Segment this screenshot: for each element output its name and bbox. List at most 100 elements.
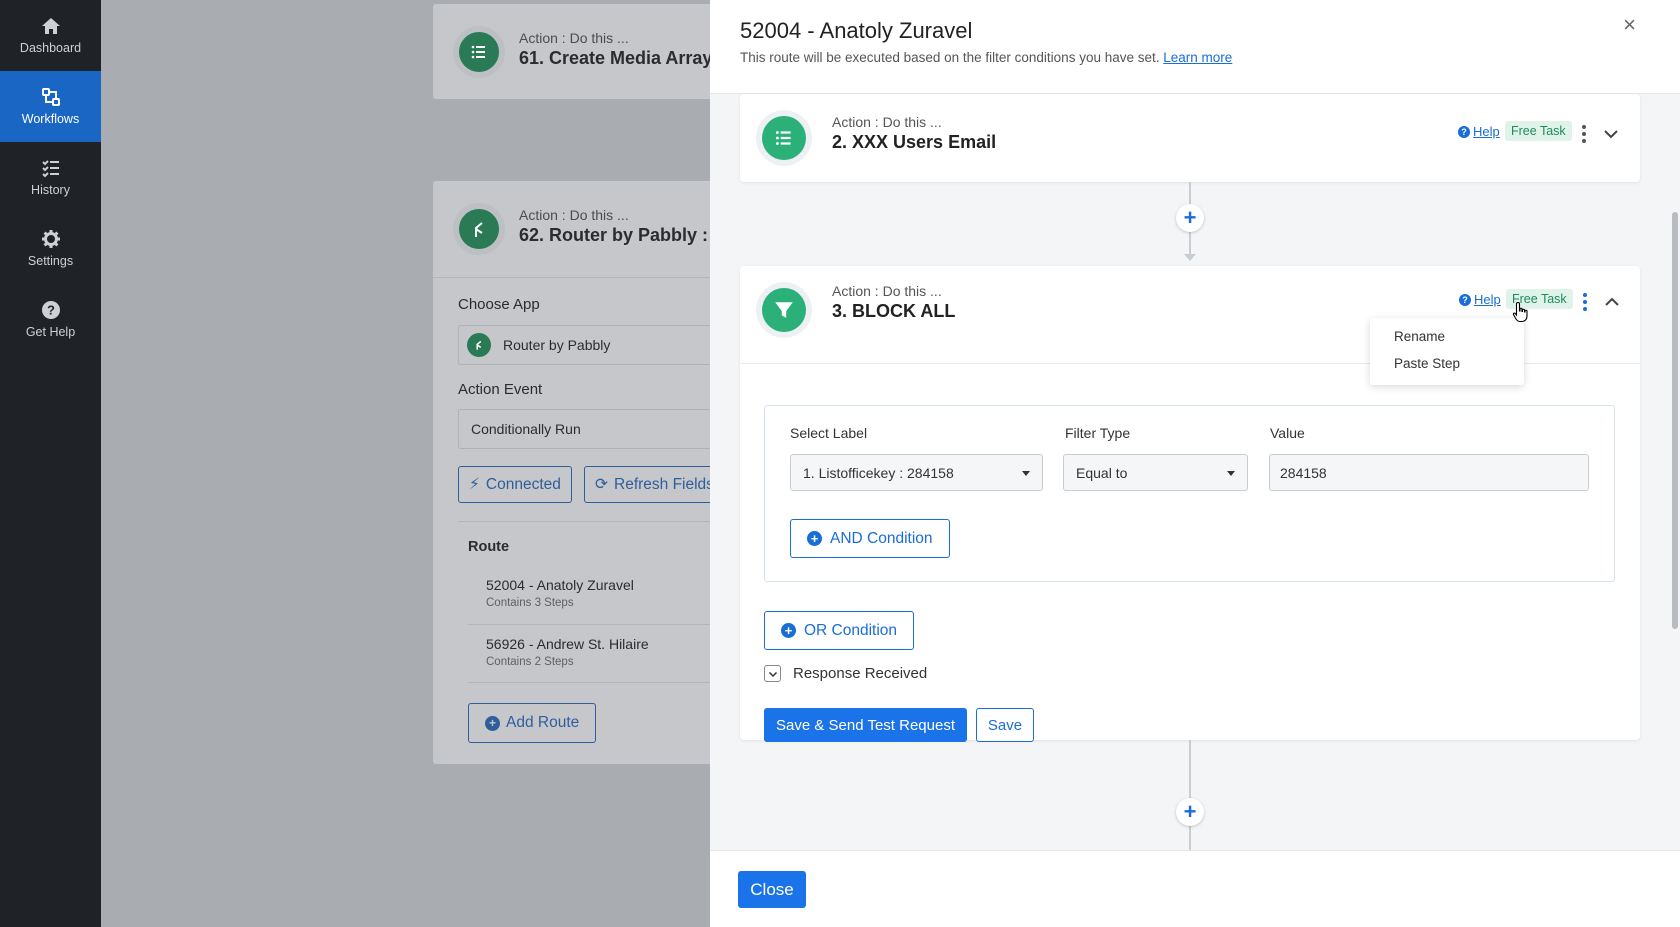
action-event-value: Conditionally Run [471,421,581,437]
plus-circle-icon: + [781,623,796,638]
arrow-down-icon [1184,254,1196,261]
gear-icon [41,230,60,248]
chevron-down-icon[interactable] [1603,126,1619,142]
refresh-fields-button[interactable]: ⟳ Refresh Fields [584,466,710,503]
list-icon [762,116,806,160]
response-received-toggle[interactable]: Response Received [764,665,927,682]
panel-title: 52004 - Anatoly Zuravel [740,18,973,43]
workflow-canvas: Action : Do this ... 61. Create Media Ar… [101,0,710,927]
bg-step-title: 62. Router by Pabbly : [519,225,709,245]
filter-icon [762,288,806,332]
refresh-label: Refresh Fields [614,475,710,493]
history-icon [41,160,59,178]
step-card-2[interactable]: Action : Do this ... 2. XXX Users Email … [740,94,1640,182]
menu-item-paste-step[interactable]: Paste Step [1370,355,1524,382]
select-label-value: 1. Listofficekey : 284158 [803,464,954,481]
home-icon [41,18,60,34]
filter-type-heading: Filter Type [1065,425,1131,441]
step-options-menu: Rename Paste Step [1370,318,1524,385]
hand-cursor-icon [1512,301,1528,323]
or-condition-label: OR Condition [804,621,898,639]
connected-label: Connected [485,475,561,493]
sidebar-item-get-help[interactable]: ? Get Help [0,284,101,355]
free-task-badge: Free Task [1505,121,1572,141]
panel-header: 52004 - Anatoly Zuravel This route will … [710,0,1680,94]
bg-step-card[interactable]: Action : Do this ... 61. Create Media Ar… [433,4,710,99]
add-route-button[interactable]: + Add Route [468,703,597,743]
sidebar-item-label: Dashboard [19,41,82,55]
help-label: Help [1473,124,1500,139]
sidebar-item-label: History [31,183,70,197]
action-event-select[interactable]: Conditionally Run [458,409,710,449]
plus-circle-icon: + [807,531,822,546]
connected-button[interactable]: ⚡ Connected [458,466,572,503]
panel-subtitle-text: This route will be executed based on the… [740,50,1160,65]
help-label: Help [1474,292,1501,307]
refresh-icon: ⟳ [595,476,608,493]
learn-more-link[interactable]: Learn more [1163,50,1232,65]
bg-step-subtitle: Action : Do this ... [519,207,629,223]
bg-router-card: Action : Do this ... 62. Router by Pabbl… [433,181,710,764]
help-link[interactable]: ? Help [1459,292,1501,307]
help-link[interactable]: ? Help [1458,124,1500,139]
menu-item-rename[interactable]: Rename [1370,328,1524,355]
sidebar-item-history[interactable]: History [0,142,101,213]
route-item-steps: Contains 3 Steps [486,597,574,609]
divider [433,277,710,278]
sidebar-item-workflows[interactable]: Workflows [0,71,101,142]
step-subtitle: Action : Do this ... [832,114,942,130]
divider [468,624,710,625]
step-title: 2. XXX Users Email [832,132,997,152]
save-send-test-button[interactable]: Save & Send Test Request [764,708,967,742]
and-condition-label: AND Condition [830,529,933,547]
select-label-heading: Select Label [790,425,868,441]
route-item-name[interactable]: 52004 - Anatoly Zuravel [486,577,634,593]
save-button[interactable]: Save [976,708,1034,742]
value-input[interactable]: 284158 [1269,454,1589,491]
route-item-name[interactable]: 56926 - Andrew St. Hilaire [486,636,649,652]
chevron-down-icon[interactable] [764,665,781,682]
filter-type-dropdown[interactable]: Equal to [1063,454,1248,491]
or-condition-button[interactable]: + OR Condition [764,611,915,650]
divider [468,682,710,683]
value-heading: Value [1270,425,1305,441]
and-condition-button[interactable]: + AND Condition [790,519,950,558]
sidebar-item-dashboard[interactable]: Dashboard [0,0,101,71]
sidebar-item-label: Settings [27,254,74,268]
action-event-label: Action Event [458,381,543,398]
select-label-dropdown[interactable]: 1. Listofficekey : 284158 [790,454,1043,491]
divider [458,521,710,522]
scrollbar[interactable] [1672,212,1678,629]
help-icon: ? [1458,125,1470,138]
close-button[interactable]: Close [738,871,806,908]
list-icon [453,26,505,78]
sidebar-item-label: Workflows [21,112,80,126]
filter-condition-group: Select Label 1. Listofficekey : 284158 F… [764,405,1615,582]
add-step-button[interactable]: + [1176,204,1204,232]
plug-icon: ⚡ [469,476,480,493]
bg-step-title: 61. Create Media Array [519,48,710,68]
router-icon [453,203,505,255]
router-icon [467,333,491,357]
more-options-icon[interactable] [1580,293,1590,311]
close-icon[interactable]: × [1623,12,1636,38]
sidebar-item-settings[interactable]: Settings [0,213,101,284]
more-options-icon[interactable] [1579,125,1589,143]
step-subtitle: Action : Do this ... [832,283,942,299]
route-panel: 52004 - Anatoly Zuravel This route will … [710,0,1680,927]
sidebar: Dashboard Workflows History Settings ? G… [0,0,101,927]
plus-circle-icon: + [485,715,500,731]
chevron-up-icon[interactable] [1604,294,1620,310]
sidebar-item-label: Get Help [25,325,76,339]
response-received-label: Response Received [793,665,928,682]
add-route-label: Add Route [506,714,580,731]
connector-line [1189,740,1191,850]
svg-text:?: ? [47,303,55,318]
choose-app-label: Choose App [458,296,540,313]
filter-type-value: Equal to [1076,464,1128,481]
step-title: 3. BLOCK ALL [832,301,956,321]
add-step-button[interactable]: + [1176,798,1204,826]
caret-down-icon [1022,471,1030,476]
caret-down-icon [1227,471,1235,476]
choose-app-select[interactable]: Router by Pabbly [458,325,710,365]
